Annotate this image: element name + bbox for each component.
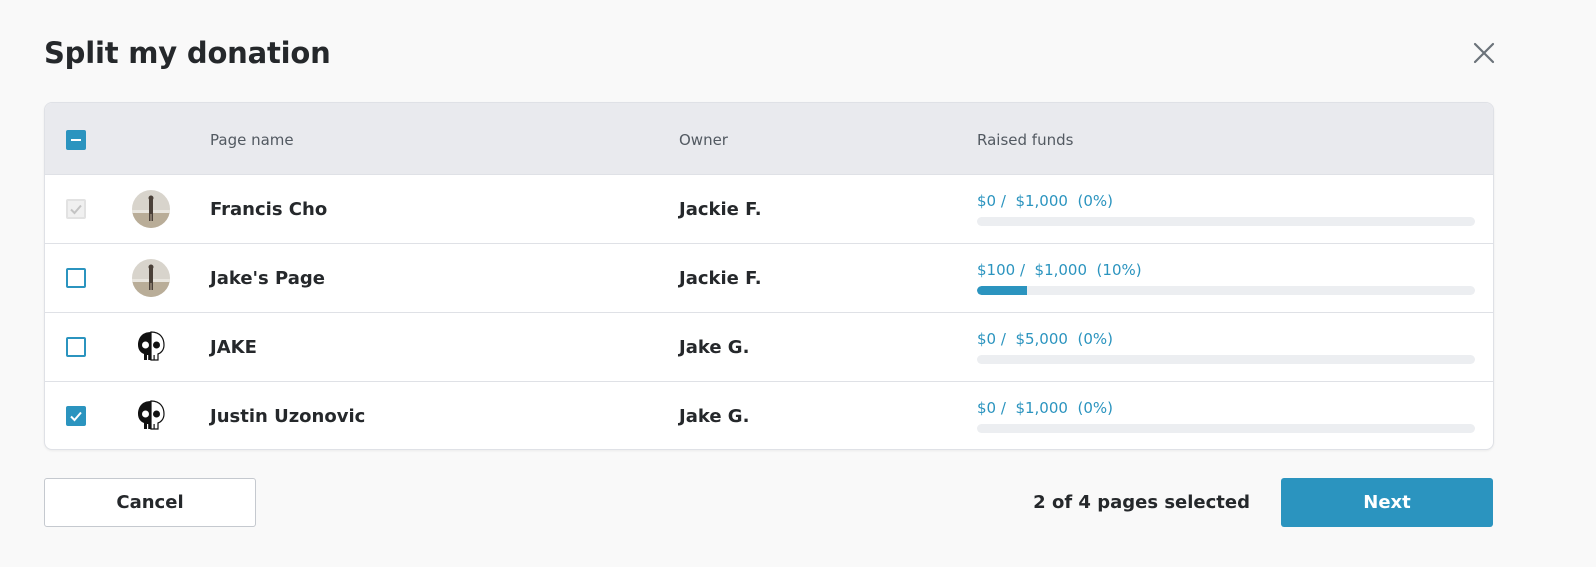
table-row[interactable]: Francis Cho Jackie F. $0 / $1,000 (0%): [45, 174, 1493, 243]
owner-cell: Jackie F.: [679, 199, 762, 220]
table-row[interactable]: JAKE Jake G. $0 / $5,000 (0%): [45, 312, 1493, 381]
dialog-title: Split my donation: [44, 36, 331, 70]
row-checkbox[interactable]: [66, 268, 86, 288]
select-all-checkbox[interactable]: [66, 130, 86, 150]
close-icon[interactable]: [1469, 38, 1499, 68]
raised-funds-label: $0 / $1,000 (0%): [977, 399, 1113, 417]
table-row[interactable]: Justin Uzonovic Jake G. $0 / $1,000 (0%): [45, 381, 1493, 449]
person-photo-avatar: [132, 259, 170, 297]
raised-funds-label: $100 / $1,000 (10%): [977, 261, 1142, 279]
funds-progress-bar: [977, 424, 1475, 433]
table-header: Page name Owner Raised funds: [45, 103, 1493, 174]
owner-cell: Jake G.: [679, 406, 750, 427]
column-header-raised-funds[interactable]: Raised funds: [977, 131, 1073, 149]
cancel-button[interactable]: Cancel: [44, 478, 256, 527]
person-photo-avatar: [132, 190, 170, 228]
column-header-owner[interactable]: Owner: [679, 131, 728, 149]
funds-progress-bar: [977, 217, 1475, 226]
row-checkbox[interactable]: [66, 337, 86, 357]
page-name-cell: JAKE: [210, 337, 257, 358]
funds-progress-fill: [977, 286, 1027, 295]
row-checkbox: [66, 199, 86, 219]
owner-cell: Jackie F.: [679, 268, 762, 289]
page-name-cell: Jake's Page: [210, 268, 325, 289]
page-name-cell: Francis Cho: [210, 199, 328, 220]
skull-avatar: [132, 397, 170, 435]
skull-avatar: [132, 328, 170, 366]
owner-cell: Jake G.: [679, 337, 750, 358]
funds-progress-bar: [977, 286, 1475, 295]
pages-table: Page name Owner Raised funds Francis Cho…: [44, 102, 1494, 450]
row-checkbox[interactable]: [66, 406, 86, 426]
page-name-cell: Justin Uzonovic: [210, 406, 366, 427]
next-button[interactable]: Next: [1281, 478, 1493, 527]
column-header-page-name[interactable]: Page name: [210, 131, 294, 149]
raised-funds-label: $0 / $5,000 (0%): [977, 330, 1113, 348]
raised-funds-label: $0 / $1,000 (0%): [977, 192, 1113, 210]
funds-progress-bar: [977, 355, 1475, 364]
table-row[interactable]: Jake's Page Jackie F. $100 / $1,000 (10%): [45, 243, 1493, 312]
selection-count: 2 of 4 pages selected: [1033, 492, 1250, 513]
